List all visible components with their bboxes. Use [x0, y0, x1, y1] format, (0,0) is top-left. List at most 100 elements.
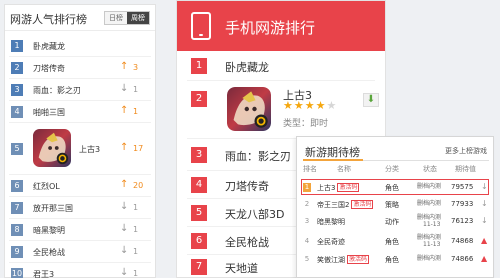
- column-header-name: 名称: [337, 165, 351, 173]
- arrow-up-icon: ▲: [481, 254, 488, 263]
- download-button[interactable]: ⬇: [363, 93, 379, 107]
- game-name[interactable]: 全民奇迹: [317, 237, 345, 247]
- rank-number: 10: [11, 268, 23, 278]
- ranking-row[interactable]: 1 卧虎藏龙: [177, 51, 385, 81]
- ranking-row[interactable]: 3 暗黑黎明 动作 删档内测 11-13 76123 ↓: [297, 213, 493, 230]
- game-name[interactable]: 全民枪战: [225, 234, 269, 250]
- game-name[interactable]: 红烈OL: [33, 181, 60, 192]
- game-status: 删档内测: [417, 197, 441, 207]
- arrow-up-icon: ↑: [120, 179, 129, 190]
- rank-change: 1: [133, 107, 139, 116]
- game-name[interactable]: 刀塔传奇: [33, 63, 65, 74]
- ranking-row[interactable]: 5 上古3 ↑ 17: [5, 123, 155, 173]
- rank-number: 1: [191, 58, 207, 74]
- star-rating: ★★★★★: [283, 99, 337, 112]
- column-header-category: 分类: [385, 165, 399, 173]
- star-icon: ★: [293, 99, 305, 112]
- rank-change: 1: [133, 85, 139, 94]
- game-name[interactable]: 上古3: [79, 144, 100, 155]
- ranking-row[interactable]: 6 红烈OL ↑ 20: [5, 175, 155, 197]
- game-name[interactable]: 帝王三国2 激活码: [317, 200, 374, 210]
- header-divider: [303, 159, 489, 161]
- rank-number: 1: [11, 40, 23, 52]
- status-text: 删档内测: [417, 183, 442, 190]
- game-category: 角色: [385, 238, 399, 246]
- column-header-status: 状态: [423, 165, 437, 173]
- status-text: 删档内测: [417, 214, 442, 221]
- game-thumbnail[interactable]: [31, 129, 73, 167]
- arrow-up-icon: ▲: [481, 236, 488, 245]
- game-type: 类型：即时: [283, 119, 329, 129]
- arrow-down-icon: ↓: [120, 223, 129, 234]
- arrow-up-icon: ↑: [120, 105, 129, 116]
- rank-number: 1: [303, 183, 311, 192]
- more-games-link[interactable]: 更多上榜游戏: [445, 146, 487, 156]
- game-name[interactable]: 天龙八部3D: [225, 206, 284, 222]
- game-name[interactable]: 雨血：影之刃: [33, 85, 81, 96]
- ranking-row[interactable]: 1 上古3 激活码 角色 删档内测 79575 ↓: [297, 179, 493, 196]
- game-name-text: 帝王三国2: [317, 201, 350, 209]
- game-status: 删档内测: [417, 180, 441, 190]
- rank-number: 9: [11, 246, 23, 258]
- ranking-row[interactable]: 4 全民奇迹 角色 删档内测 11-13 74868 ▲: [297, 233, 493, 250]
- ranking-row[interactable]: 2 帝王三国2 激活码 策略 删档内测 77933 ↓: [297, 196, 493, 213]
- tab-weekly[interactable]: 周榜: [127, 12, 149, 24]
- panel-title: 新游期待榜: [305, 146, 360, 159]
- rank-number: 4: [191, 177, 207, 193]
- rank-change: 3: [133, 63, 139, 72]
- status-text: 删档内测: [417, 255, 442, 262]
- rank-change: 1: [133, 269, 139, 278]
- expectation-value: 74866: [451, 255, 474, 263]
- panel-title: 手机网游排行: [225, 19, 316, 37]
- rank-number: 7: [11, 202, 23, 214]
- game-status: 删档内测 11-13: [417, 234, 441, 248]
- ranking-row[interactable]: 4 啪啪三国 ↑ 1: [5, 101, 155, 123]
- ranking-row[interactable]: 1 卧虎藏龙: [5, 35, 155, 57]
- ranking-row[interactable]: 10 君王3 ↓ 1: [5, 263, 155, 278]
- rank-change: 1: [133, 247, 139, 256]
- game-status: 删档内测 11-13: [417, 214, 441, 228]
- arrow-down-icon: ↓: [120, 245, 129, 256]
- ranking-row[interactable]: 7 放开那三国 ↓ 1: [5, 197, 155, 219]
- game-name[interactable]: 雨血：影之刃: [225, 148, 291, 164]
- rank-number: 7: [191, 259, 207, 275]
- activation-code-badge[interactable]: 激活码: [351, 200, 374, 209]
- game-name[interactable]: 暗黑黎明: [317, 217, 345, 227]
- game-name[interactable]: 君王3: [33, 269, 54, 278]
- ranking-row[interactable]: 2 上古3 ★★★★★ 类型：即时 ⬇: [177, 81, 385, 139]
- rank-number: 6: [11, 180, 23, 192]
- ranking-row[interactable]: 2 刀塔传奇 ↑ 3: [5, 57, 155, 79]
- ranking-row[interactable]: 3 雨血：影之刃 ↓ 1: [5, 79, 155, 101]
- game-name[interactable]: 放开那三国: [33, 203, 73, 214]
- game-name[interactable]: 笑傲江湖 激活码: [317, 255, 370, 265]
- game-name[interactable]: 卧虎藏龙: [33, 41, 65, 52]
- rank-number: 3: [304, 217, 310, 225]
- arrow-up-icon: ↑: [120, 61, 129, 72]
- activation-code-badge[interactable]: 激活码: [337, 183, 360, 192]
- period-tabs: 日榜 周榜: [104, 11, 150, 25]
- rank-change: 1: [133, 225, 139, 234]
- tab-daily[interactable]: 日榜: [105, 12, 127, 24]
- game-name[interactable]: 全民枪战: [33, 247, 65, 258]
- activation-code-badge[interactable]: 激活码: [347, 255, 370, 264]
- game-name[interactable]: 上古3 激活码: [317, 183, 360, 193]
- status-text: 删档内测: [417, 234, 442, 241]
- arrow-down-icon: ↓: [481, 216, 488, 225]
- rank-number: 3: [11, 84, 23, 96]
- game-category: 动作: [385, 218, 399, 226]
- ranking-row[interactable]: 5 笑傲江湖 激活码 角色 删档内测 74866 ▲: [297, 251, 493, 268]
- game-status: 删档内测: [417, 252, 441, 262]
- game-name[interactable]: 天地道: [225, 260, 258, 276]
- game-name[interactable]: 暗黑黎明: [33, 225, 65, 236]
- star-icon: ★: [315, 99, 327, 112]
- star-icon: ★: [304, 99, 316, 112]
- rank-number: 4: [11, 106, 23, 118]
- ranking-row[interactable]: 9 全民枪战 ↓ 1: [5, 241, 155, 263]
- game-name[interactable]: 啪啪三国: [33, 107, 65, 118]
- game-name[interactable]: 卧虎藏龙: [225, 59, 269, 75]
- game-name-text: 全民奇迹: [317, 238, 345, 246]
- arrow-down-icon: ↓: [481, 182, 488, 191]
- game-name[interactable]: 刀塔传奇: [225, 178, 269, 194]
- game-thumbnail[interactable]: [227, 87, 271, 131]
- ranking-row[interactable]: 8 暗黑黎明 ↓ 1: [5, 219, 155, 241]
